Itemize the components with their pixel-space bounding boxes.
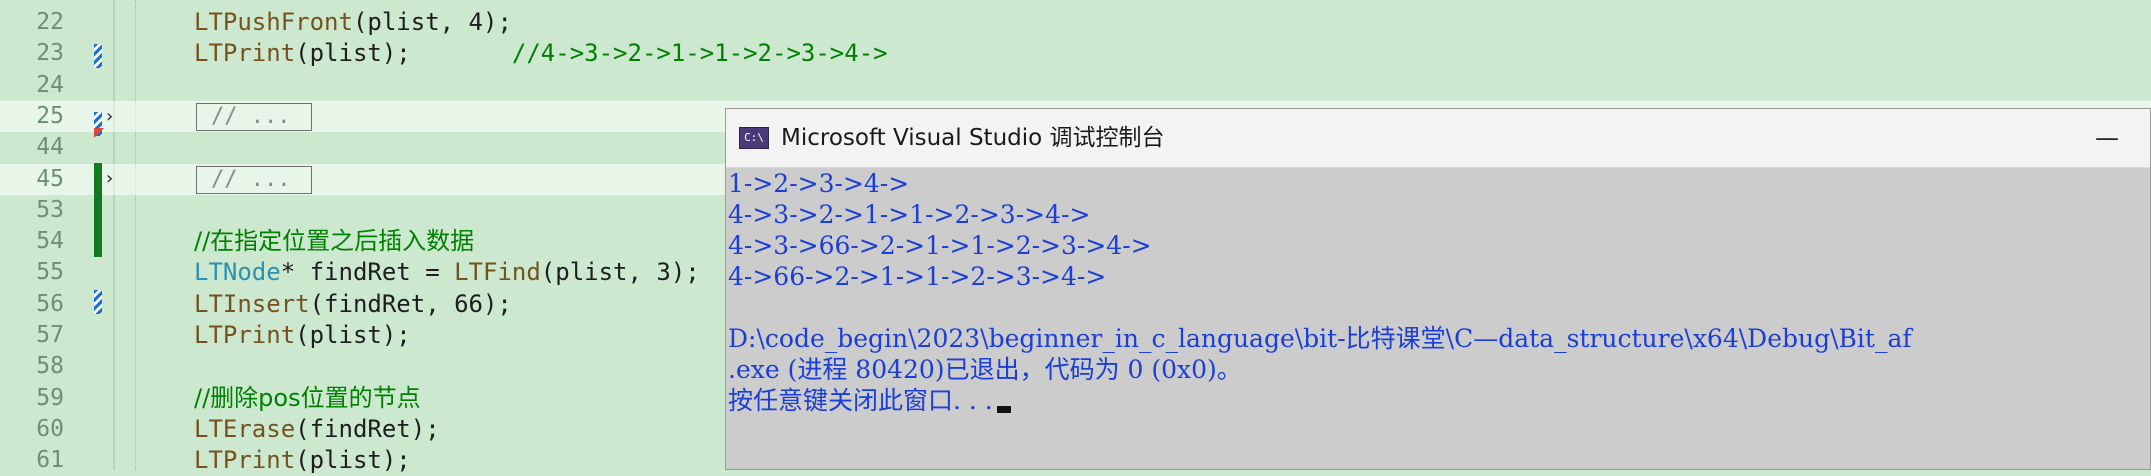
- line-number: 24: [36, 71, 64, 98]
- code-token: (findRet);: [295, 414, 440, 443]
- console-app-icon: C:\: [739, 127, 769, 149]
- code-line[interactable]: 23 LTPrint(plist); //4->3->2->1->1->2->3-…: [0, 38, 2151, 69]
- console-output-line: 按任意键关闭此窗口. . .: [728, 385, 1011, 416]
- line-number: 23: [36, 40, 64, 67]
- code-text: LTPushFront(plist, 4);: [194, 7, 512, 38]
- code-text: LTPrint(plist); //4->3->2->1->1->2->3->4…: [194, 38, 888, 69]
- bookmark-flag-icon: [94, 128, 104, 138]
- code-token: (plist, 3);: [540, 258, 700, 287]
- console-output[interactable]: 1->2->3->4-> 4->3->2->1->1->2->3->4-> 4->3…: [726, 168, 2150, 469]
- code-token: LTPushFront: [194, 8, 353, 36]
- line-number: 22: [36, 9, 64, 35]
- code-text: LTNode* findRet = LTFind(plist, 3);: [194, 257, 700, 288]
- console-output-line: D:\code_begin\2023\beginner_in_c_languag…: [728, 323, 1912, 354]
- console-output-line: .exe (进程 80420)已退出，代码为 0 (0x0)。: [728, 354, 1242, 385]
- edit-marker-icon: [94, 290, 102, 314]
- console-titlebar[interactable]: C:\ Microsoft Visual Studio 调试控制台 —: [726, 109, 2150, 168]
- code-token: //在指定位置之后插入数据: [194, 227, 475, 256]
- console-output-text: 4->66->2->1->1->2->3->4->: [728, 262, 1107, 291]
- console-output-text: 1->2->3->4->: [728, 169, 910, 198]
- console-output-line: 4->3->2->1->1->2->3->4->: [728, 199, 1090, 230]
- code-text: //删除pos位置的节点: [194, 383, 421, 414]
- code-token: LTNode: [194, 258, 281, 287]
- code-token: (plist, 4);: [352, 8, 512, 36]
- code-token: LTFind: [454, 258, 541, 287]
- text-cursor-icon: [996, 406, 1011, 413]
- console-output-line: 1->2->3->4->: [728, 168, 909, 199]
- code-line[interactable]: 24: [0, 70, 2151, 101]
- console-output-text: D:\code_begin\2023\beginner_in_c_languag…: [728, 324, 1912, 353]
- console-output-line: 4->66->2->1->1->2->3->4->: [728, 261, 1106, 292]
- console-output-text: 按任意键关闭此窗口. . .: [728, 386, 993, 415]
- line-number: 58: [36, 353, 64, 380]
- code-token: * findRet =: [280, 258, 455, 287]
- collapsed-region[interactable]: // ...: [196, 165, 312, 194]
- code-text: LTPrint(plist);: [194, 320, 411, 351]
- code-token: //4->3->2->1->1->2->3->4->: [511, 39, 888, 68]
- expand-chevron-icon[interactable]: ›: [106, 169, 118, 189]
- code-token: LTErase: [194, 414, 296, 443]
- code-text: //在指定位置之后插入数据: [194, 226, 474, 257]
- saved-change-bar: [94, 163, 102, 257]
- code-token: LTPrint: [194, 39, 296, 68]
- edit-marker-icon: [94, 44, 102, 68]
- line-number: 45: [36, 165, 64, 192]
- code-text: LTInsert(findRet, 66);: [194, 289, 512, 320]
- code-token: (plist);: [295, 321, 411, 349]
- line-number: 25: [36, 102, 64, 129]
- line-number: 55: [36, 259, 64, 286]
- collapsed-region[interactable]: // ...: [196, 102, 312, 131]
- console-title: Microsoft Visual Studio 调试控制台: [781, 125, 1165, 151]
- console-output-text: 4->3->66->2->1->1->2->3->4->: [728, 231, 1152, 260]
- console-output-text: 4->3->2->1->1->2->3->4->: [728, 200, 1091, 229]
- debug-console-window[interactable]: C:\ Microsoft Visual Studio 调试控制台 — 1->2…: [725, 108, 2151, 470]
- line-number: 61: [36, 447, 64, 474]
- expand-chevron-icon[interactable]: ›: [106, 107, 118, 127]
- code-line[interactable]: 22 LTPushFront(plist, 4);: [0, 7, 2151, 38]
- line-number: 54: [36, 228, 64, 255]
- line-number: 60: [36, 415, 64, 442]
- code-token: //删除pos位置的节点: [194, 383, 421, 412]
- code-token: LTInsert: [194, 289, 310, 318]
- code-token: (findRet, 66);: [309, 289, 512, 318]
- line-number: 56: [36, 290, 64, 317]
- code-token: (plist);: [295, 39, 512, 68]
- console-output-text: .exe (进程 80420)已退出，代码为 0 (0x0)。: [728, 355, 1242, 384]
- minimize-button[interactable]: —: [2092, 123, 2122, 153]
- line-number: 57: [36, 322, 64, 348]
- line-number: 44: [36, 134, 64, 161]
- console-output-line: 4->3->66->2->1->1->2->3->4->: [728, 230, 1152, 261]
- code-text: LTPrint(plist);: [194, 445, 411, 476]
- line-number: 53: [36, 196, 64, 223]
- line-number: 59: [36, 384, 64, 411]
- code-text: LTErase(findRet);: [194, 414, 440, 445]
- code-token: LTPrint: [194, 321, 296, 349]
